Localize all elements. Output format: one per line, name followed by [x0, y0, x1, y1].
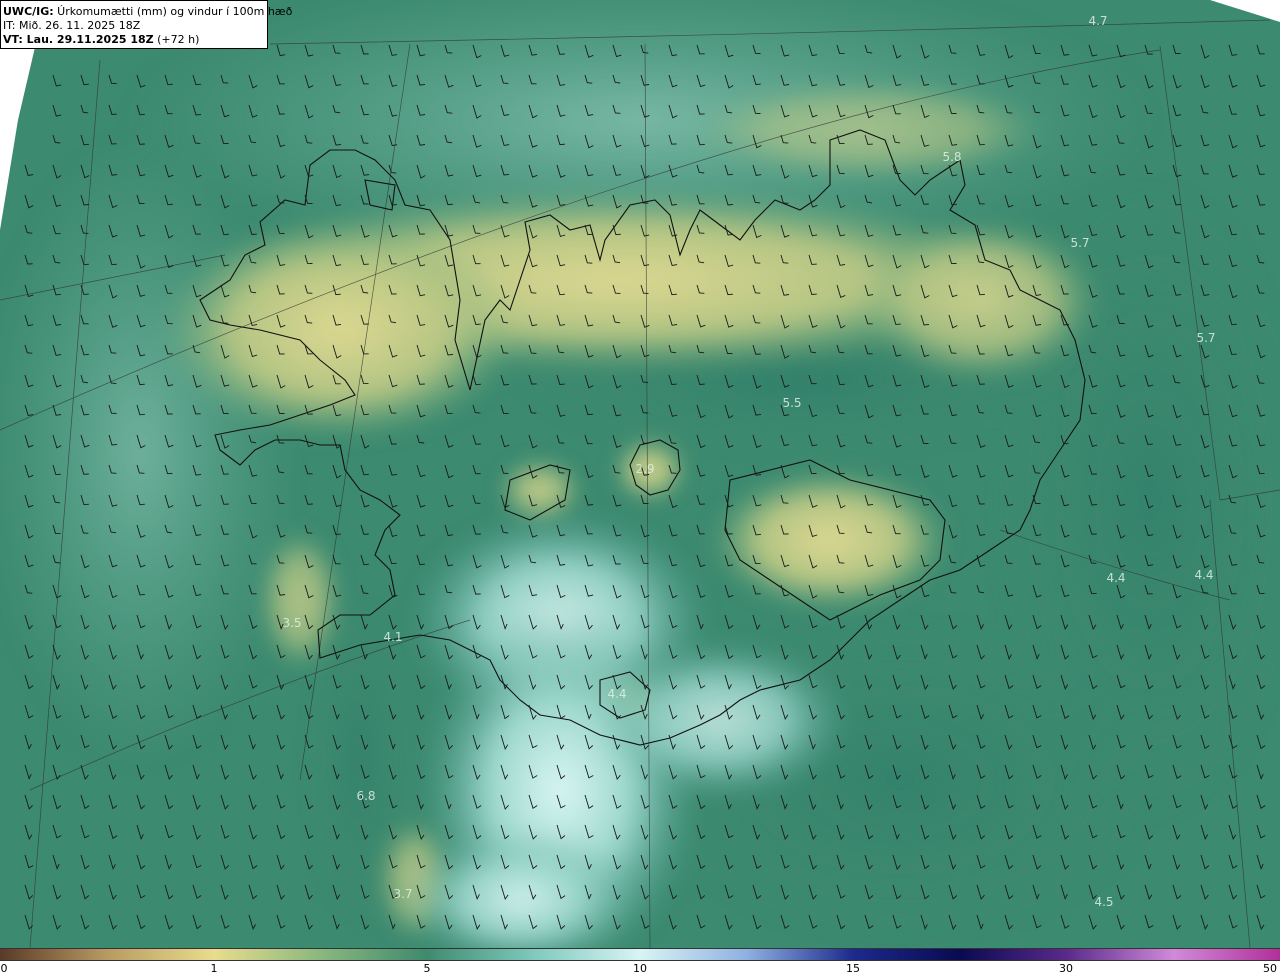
value-label: 4.4	[1194, 568, 1214, 582]
colorbar-tick: 10	[633, 962, 647, 975]
value-label: 5.8	[942, 150, 962, 164]
colorbar-tick: 15	[846, 962, 860, 975]
value-label: 4.1	[383, 630, 403, 644]
value-label: 2.9	[635, 462, 655, 476]
weather-map: UWC/IG: Úrkomumætti (mm) og vindur í 100…	[0, 0, 1280, 978]
value-label: 5.7	[1070, 236, 1090, 250]
colorbar-tick: 30	[1059, 962, 1073, 975]
forecast-hour: (+72 h)	[153, 33, 200, 46]
init-time: IT: Mið. 26. 11. 2025 18Z	[3, 19, 141, 32]
colorbar-tick: 5	[423, 962, 431, 975]
info-box: UWC/IG: Úrkomumætti (mm) og vindur í 100…	[0, 0, 292, 49]
field-description: Úrkomumætti (mm) og vindur í 100m hæð	[53, 5, 293, 18]
colorbar	[0, 948, 1280, 961]
value-label: 5.5	[782, 396, 802, 410]
colorbar-tick: 0	[0, 962, 8, 975]
value-label: 5.7	[1196, 331, 1216, 345]
colorbar-tick: 1	[210, 962, 218, 975]
valid-time: VT: Lau. 29.11.2025 18Z	[3, 33, 154, 46]
colorbar-tick: 50	[1263, 962, 1277, 975]
value-label: 6.8	[356, 789, 376, 803]
valid-time-line: VT: Lau. 29.11.2025 18Z (+72 h)	[3, 33, 267, 47]
title-line: UWC/IG: Úrkomumætti (mm) og vindur í 100…	[3, 5, 292, 19]
value-label: 4.4	[1106, 571, 1126, 585]
value-label: 4.4	[607, 687, 627, 701]
value-label: 3.5	[282, 616, 302, 630]
value-label: 4.5	[1094, 895, 1114, 909]
value-label: 4.7	[1088, 14, 1108, 28]
model-label: UWC/IG:	[3, 5, 54, 18]
value-label: 3.7	[393, 887, 413, 901]
